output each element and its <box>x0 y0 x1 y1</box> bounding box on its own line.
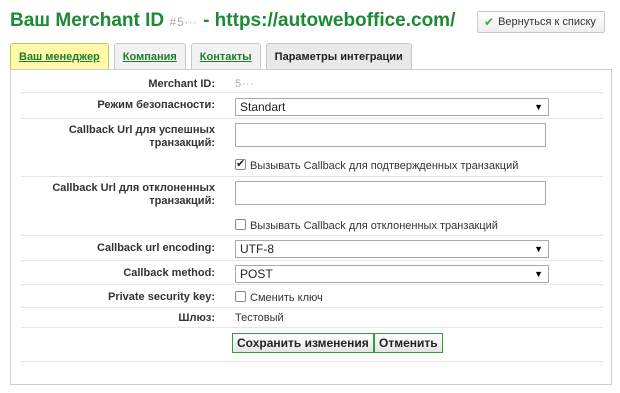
tab-manager[interactable]: Ваш менеджер <box>10 43 109 70</box>
success-url-label: Callback Url для успешных транзакций: <box>68 124 215 149</box>
title-prefix: Ваш Merchant ID <box>10 10 165 31</box>
change-key-option[interactable]: Сменить ключ <box>235 291 323 304</box>
back-to-list-label: Вернуться к списку <box>498 16 596 28</box>
declined-url-label: Callback Url для отклоненных транзакций: <box>52 182 215 207</box>
gateway-row: Шлюз: Тестовый <box>21 310 603 328</box>
dropdown-arrow-icon: ▼ <box>534 244 543 254</box>
page-title: Ваш Merchant ID #5∙∙∙ - https://autowebo… <box>10 10 455 32</box>
success-callback-label: Вызывать Callback для подтвержденных тра… <box>250 160 519 172</box>
security-mode-select[interactable]: Standart ▼ <box>235 98 549 116</box>
form-actions-row: Сохранить изменения Отменить <box>21 330 603 362</box>
save-changes-button[interactable]: Сохранить изменения <box>232 333 374 353</box>
merchant-id-row: Merchant ID: 5∙∙∙ <box>21 76 603 93</box>
security-mode-row: Режим безопасности: Standart ▼ <box>21 95 603 119</box>
encoding-select[interactable]: UTF-8 ▼ <box>235 240 549 258</box>
dropdown-arrow-icon: ▼ <box>534 102 543 112</box>
gateway-value: Тестовый <box>235 312 284 324</box>
dropdown-arrow-icon: ▼ <box>534 269 543 279</box>
merchant-id-masked: #5∙∙∙ <box>169 15 198 29</box>
gateway-label: Шлюз: <box>178 312 215 324</box>
change-key-checkbox[interactable] <box>235 291 246 302</box>
tab-integration-params[interactable]: Параметры интеграции <box>265 43 412 70</box>
title-suffix: - https://autoweboffice.com/ <box>203 10 456 31</box>
method-row: Callback method: POST ▼ <box>21 263 603 285</box>
declined-callback-label: Вызывать Callback для отклоненных транза… <box>250 220 498 232</box>
method-label: Callback method: <box>123 267 215 279</box>
security-mode-value: Standart <box>240 100 286 114</box>
declined-url-row: Callback Url для отклоненных транзакций:… <box>21 179 603 236</box>
security-mode-label: Режим безопасности: <box>97 99 215 111</box>
page-header: Ваш Merchant ID #5∙∙∙ - https://autowebo… <box>10 8 610 36</box>
encoding-row: Callback url encoding: UTF-8 ▼ <box>21 238 603 261</box>
success-callback-checkbox[interactable] <box>235 157 246 170</box>
encoding-label: Callback url encoding: <box>97 242 215 254</box>
success-callback-option[interactable]: Вызывать Callback для подтвержденных тра… <box>235 157 519 172</box>
change-key-label: Сменить ключ <box>250 292 323 304</box>
checkmark-icon: ✔ <box>484 15 495 29</box>
back-to-list-button[interactable]: ✔ Вернуться к списку <box>477 11 605 33</box>
merchant-id-label: Merchant ID: <box>148 78 215 90</box>
declined-callback-checkbox[interactable] <box>235 219 246 230</box>
tab-bar: Ваш менеджер Компания Контакты Параметры… <box>10 43 417 70</box>
success-url-row: Callback Url для успешных транзакций: Вы… <box>21 121 603 177</box>
tab-contacts[interactable]: Контакты <box>190 43 261 70</box>
private-key-label: Private security key: <box>107 291 215 303</box>
merchant-id-value: 5∙∙∙ <box>235 78 255 90</box>
declined-url-input[interactable] <box>235 181 546 205</box>
encoding-value: UTF-8 <box>240 242 274 256</box>
cancel-button[interactable]: Отменить <box>374 333 443 353</box>
success-url-input[interactable] <box>235 123 546 147</box>
integration-settings-panel: Merchant ID: 5∙∙∙ Режим безопасности: St… <box>10 69 612 385</box>
private-key-row: Private security key: Сменить ключ <box>21 287 603 308</box>
declined-callback-option[interactable]: Вызывать Callback для отклоненных транза… <box>235 219 498 232</box>
method-select[interactable]: POST ▼ <box>235 265 549 283</box>
method-value: POST <box>240 267 273 281</box>
tab-company[interactable]: Компания <box>113 43 186 70</box>
